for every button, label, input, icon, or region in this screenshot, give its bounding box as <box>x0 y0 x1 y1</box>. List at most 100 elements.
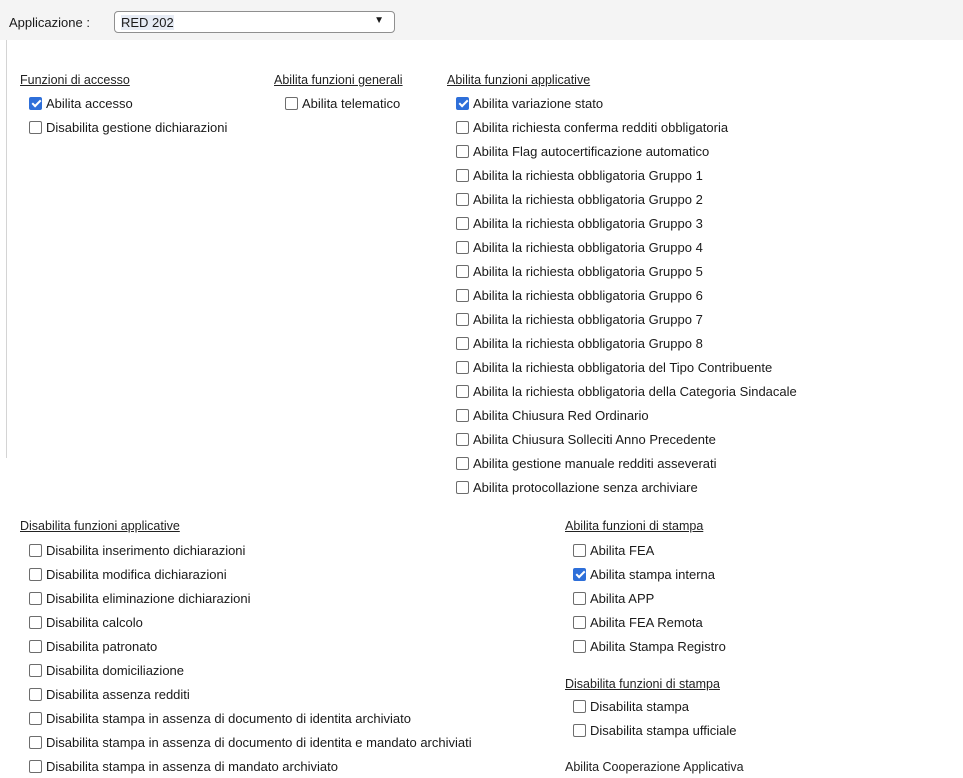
checkbox-label: Abilita la richiesta obbligatoria Gruppo… <box>473 239 703 255</box>
checkbox-unchecked[interactable] <box>29 663 42 677</box>
checkbox-item-disabilita-stampa-in-assenza-di-documento-di-identita-archiviato[interactable]: Disabilita stampa in assenza di document… <box>29 706 472 730</box>
section-title-cooperazione: Abilita Cooperazione Applicativa <box>565 760 744 774</box>
checkbox-label: Abilita la richiesta obbligatoria Gruppo… <box>473 263 703 279</box>
checkbox-label: Disabilita gestione dichiarazioni <box>46 119 228 135</box>
checkbox-label: Abilita FEA <box>590 542 655 558</box>
checkbox-unchecked[interactable] <box>456 144 469 158</box>
checkbox-unchecked[interactable] <box>456 384 469 398</box>
checkbox-unchecked[interactable] <box>456 240 469 254</box>
checkbox-item-disabilita-inserimento-dichiarazioni[interactable]: Disabilita inserimento dichiarazioni <box>29 538 472 562</box>
chevron-down-icon[interactable]: ▼ <box>374 15 384 26</box>
application-select[interactable]: RED 202 ▼ <box>114 11 395 33</box>
application-toolbar: Applicazione : RED 202 ▼ <box>0 0 963 40</box>
checkbox-unchecked[interactable] <box>29 735 42 749</box>
checkbox-label: Abilita la richiesta obbligatoria Gruppo… <box>473 335 703 351</box>
checkbox-item-abilita-la-richiesta-obbligatoria-gruppo-5[interactable]: Abilita la richiesta obbligatoria Gruppo… <box>456 259 797 283</box>
checkbox-item-abilita-la-richiesta-obbligatoria-gruppo-6[interactable]: Abilita la richiesta obbligatoria Gruppo… <box>456 283 797 307</box>
checkbox-item-disabilita-assenza-redditi[interactable]: Disabilita assenza redditi <box>29 682 472 706</box>
disabilita-stampa-list: Disabilita stampa Disabilita stampa uffic… <box>573 694 736 742</box>
checkbox-item-abilita-stampa-registro[interactable]: Abilita Stampa Registro <box>573 634 726 658</box>
checkbox-unchecked[interactable] <box>456 408 469 422</box>
checkbox-unchecked[interactable] <box>456 216 469 230</box>
checkbox-item-abilita-stampa-interna[interactable]: Abilita stampa interna <box>573 562 726 586</box>
checkbox-label: Abilita la richiesta obbligatoria Gruppo… <box>473 191 703 207</box>
checkbox-unchecked[interactable] <box>573 699 586 713</box>
checkbox-unchecked[interactable] <box>456 168 469 182</box>
checkbox-checked[interactable] <box>29 96 42 110</box>
checkbox-label: Abilita la richiesta obbligatoria del Ti… <box>473 359 773 375</box>
checkbox-checked[interactable] <box>456 96 469 110</box>
checkbox-unchecked[interactable] <box>456 192 469 206</box>
checkbox-unchecked[interactable] <box>573 639 586 653</box>
checkbox-item-abilita-chiusura-red-ordinario[interactable]: Abilita Chiusura Red Ordinario <box>456 403 797 427</box>
checkbox-item-disabilita-stampa-ufficiale[interactable]: Disabilita stampa ufficiale <box>573 718 736 742</box>
checkbox-item-disabilita-domiciliazione[interactable]: Disabilita domiciliazione <box>29 658 472 682</box>
checkbox-unchecked[interactable] <box>573 543 586 557</box>
checkbox-item-disabilita-calcolo[interactable]: Disabilita calcolo <box>29 610 472 634</box>
checkbox-item-disabilita-modifica-dichiarazioni[interactable]: Disabilita modifica dichiarazioni <box>29 562 472 586</box>
checkbox-item-abilita-variazione-stato[interactable]: Abilita variazione stato <box>456 91 797 115</box>
checkbox-item-abilita-flag-autocertificazione-automatico[interactable]: Abilita Flag autocertificazione automati… <box>456 139 797 163</box>
checkbox-label: Abilita FEA Remota <box>590 614 703 630</box>
checkbox-item-abilita-gestione-manuale-redditi-asseverati[interactable]: Abilita gestione manuale redditi assever… <box>456 451 797 475</box>
checkbox-item-abilita-protocollazione-senza-archiviare[interactable]: Abilita protocollazione senza archiviare <box>456 475 797 499</box>
checkbox-unchecked[interactable] <box>456 480 469 494</box>
section-title-funzioni-applicative: Abilita funzioni applicative <box>447 73 591 87</box>
checkbox-unchecked[interactable] <box>29 759 42 773</box>
checkbox-label: Disabilita patronato <box>46 638 158 654</box>
checkbox-item-abilita-la-richiesta-obbligatoria-gruppo-8[interactable]: Abilita la richiesta obbligatoria Gruppo… <box>456 331 797 355</box>
checkbox-item-abilita-la-richiesta-obbligatoria-gruppo-7[interactable]: Abilita la richiesta obbligatoria Gruppo… <box>456 307 797 331</box>
checkbox-item-disabilita-stampa[interactable]: Disabilita stampa <box>573 694 736 718</box>
checkbox-item-abilita-la-richiesta-obbligatoria-gruppo-3[interactable]: Abilita la richiesta obbligatoria Gruppo… <box>456 211 797 235</box>
checkbox-unchecked[interactable] <box>456 456 469 470</box>
checkbox-unchecked[interactable] <box>573 591 586 605</box>
checkbox-item-disabilita-gestione-dichiarazioni[interactable]: Disabilita gestione dichiarazioni <box>29 115 227 139</box>
application-select-value: RED 202 <box>121 15 174 30</box>
checkbox-unchecked[interactable] <box>456 312 469 326</box>
checkbox-label: Disabilita stampa in assenza di mandato … <box>46 758 338 774</box>
section-title-funzioni-stampa: Abilita funzioni di stampa <box>565 519 704 533</box>
checkbox-item-abilita-la-richiesta-obbligatoria-gruppo-4[interactable]: Abilita la richiesta obbligatoria Gruppo… <box>456 235 797 259</box>
checkbox-item-abilita-fea-remota[interactable]: Abilita FEA Remota <box>573 610 726 634</box>
checkbox-unchecked[interactable] <box>29 120 42 134</box>
checkbox-unchecked[interactable] <box>456 360 469 374</box>
checkbox-item-abilita-la-richiesta-obbligatoria-della-categoria-sindacale[interactable]: Abilita la richiesta obbligatoria della … <box>456 379 797 403</box>
checkbox-item-disabilita-patronato[interactable]: Disabilita patronato <box>29 634 472 658</box>
checkbox-checked[interactable] <box>573 567 586 581</box>
checkbox-label: Abilita Chiusura Solleciti Anno Preceden… <box>473 431 716 447</box>
checkbox-label: Disabilita inserimento dichiarazioni <box>46 542 246 558</box>
checkbox-unchecked[interactable] <box>29 639 42 653</box>
checkbox-item-abilita-telematico[interactable]: Abilita telematico <box>285 91 400 115</box>
checkbox-unchecked[interactable] <box>285 96 298 110</box>
checkbox-unchecked[interactable] <box>29 711 42 725</box>
checkbox-unchecked[interactable] <box>456 120 469 134</box>
checkbox-item-abilita-richiesta-conferma-redditi-obbligatoria[interactable]: Abilita richiesta conferma redditi obbli… <box>456 115 797 139</box>
checkbox-item-abilita-la-richiesta-obbligatoria-gruppo-1[interactable]: Abilita la richiesta obbligatoria Gruppo… <box>456 163 797 187</box>
checkbox-unchecked[interactable] <box>456 264 469 278</box>
checkbox-label: Disabilita stampa ufficiale <box>590 722 737 738</box>
checkbox-label: Abilita richiesta conferma redditi obbli… <box>473 119 729 135</box>
checkbox-item-abilita-chiusura-solleciti-anno-precedente[interactable]: Abilita Chiusura Solleciti Anno Preceden… <box>456 427 797 451</box>
checkbox-item-disabilita-eliminazione-dichiarazioni[interactable]: Disabilita eliminazione dichiarazioni <box>29 586 472 610</box>
checkbox-label: Abilita la richiesta obbligatoria della … <box>473 383 797 399</box>
checkbox-unchecked[interactable] <box>29 687 42 701</box>
checkbox-unchecked[interactable] <box>29 591 42 605</box>
checkbox-item-abilita-app[interactable]: Abilita APP <box>573 586 726 610</box>
checkbox-label: Disabilita eliminazione dichiarazioni <box>46 590 251 606</box>
checkbox-unchecked[interactable] <box>456 288 469 302</box>
checkbox-unchecked[interactable] <box>573 723 586 737</box>
checkbox-item-abilita-la-richiesta-obbligatoria-gruppo-2[interactable]: Abilita la richiesta obbligatoria Gruppo… <box>456 187 797 211</box>
checkbox-unchecked[interactable] <box>29 615 42 629</box>
checkbox-label: Abilita Flag autocertificazione automati… <box>473 143 710 159</box>
checkbox-item-disabilita-stampa-in-assenza-di-mandato-archiviato[interactable]: Disabilita stampa in assenza di mandato … <box>29 754 472 778</box>
checkbox-item-abilita-accesso[interactable]: Abilita accesso <box>29 91 227 115</box>
checkbox-unchecked[interactable] <box>456 336 469 350</box>
checkbox-item-disabilita-stampa-in-assenza-di-documento-di-identita-e-mandato-archiviati[interactable]: Disabilita stampa in assenza di document… <box>29 730 472 754</box>
checkbox-item-abilita-fea[interactable]: Abilita FEA <box>573 538 726 562</box>
checkbox-unchecked[interactable] <box>573 615 586 629</box>
checkbox-label: Abilita la richiesta obbligatoria Gruppo… <box>473 311 703 327</box>
checkbox-unchecked[interactable] <box>29 567 42 581</box>
checkbox-unchecked[interactable] <box>29 543 42 557</box>
checkbox-item-abilita-la-richiesta-obbligatoria-del-tipo-contribuente[interactable]: Abilita la richiesta obbligatoria del Ti… <box>456 355 797 379</box>
checkbox-unchecked[interactable] <box>456 432 469 446</box>
